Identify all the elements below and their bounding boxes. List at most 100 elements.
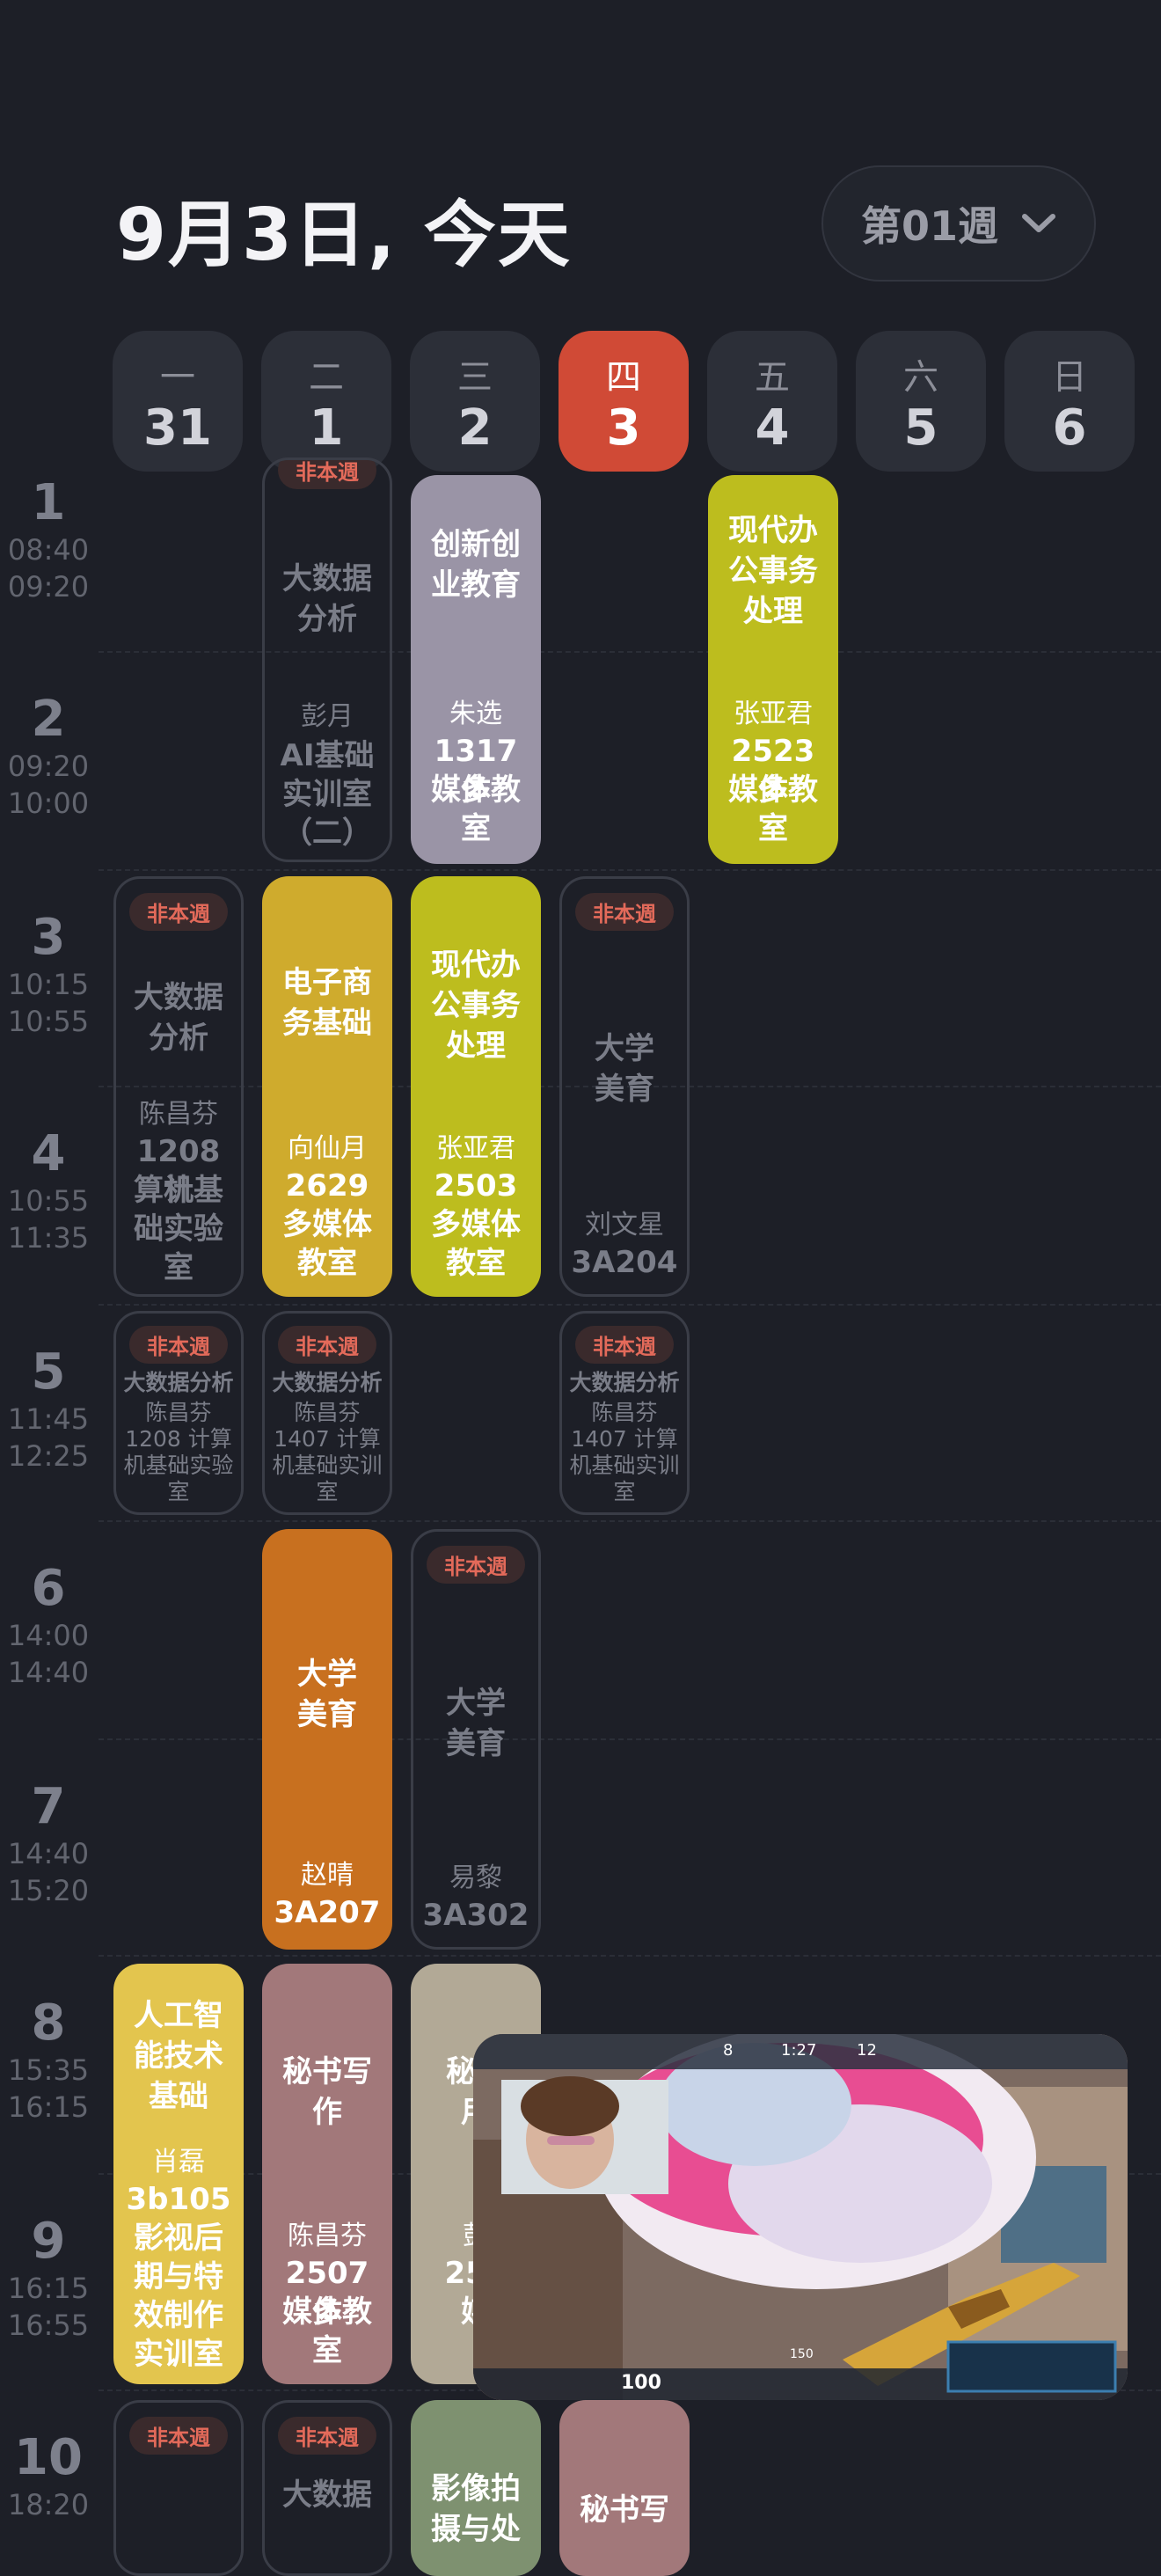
course-room: 室: [316, 1479, 339, 1504]
course-teacher: 张亚君: [436, 1133, 515, 1164]
course-card-tue-67[interactable]: 大学 美育 赵晴 3A207: [262, 1529, 392, 1950]
date-label: 6: [1052, 399, 1087, 457]
course-name: 大数据分析: [272, 1370, 383, 1395]
pip-score-left: 8: [723, 2041, 734, 2060]
course-name: 美育: [595, 1072, 654, 1107]
day-wed[interactable]: 三2: [410, 331, 540, 472]
course-teacher: 彭月: [301, 701, 354, 732]
course-card-wed-12[interactable]: 创新创 业教育 朱选 1317 多 媒体教 室: [411, 475, 541, 864]
course-card-wed-34[interactable]: 现代办 公事务 处理 张亚君 2503 多媒体 教室: [411, 876, 541, 1297]
course-name: 处理: [743, 594, 803, 629]
course-name: 作: [312, 2095, 342, 2130]
course-room: 2629: [285, 1168, 369, 1204]
course-name: 大数据分析: [569, 1370, 680, 1395]
course-room: 机基础实训: [569, 1453, 680, 1478]
course-card-tue-89[interactable]: 秘书写 作 陈昌芬 2507 多 媒体教 室: [262, 1964, 392, 2384]
course-teacher: 肖磊: [152, 2147, 205, 2177]
course-room: 3A302: [422, 1898, 529, 1933]
course-card-tue-34[interactable]: 电子商 务基础 向仙月 2629 多媒体 教室: [262, 876, 392, 1297]
course-card-wed-10[interactable]: 影像拍 摄与处: [411, 2400, 541, 2576]
course-room: 实训室: [134, 2337, 223, 2372]
course-name: 基础: [149, 2079, 208, 2114]
course-teacher: 陈昌芬: [145, 1400, 212, 1425]
period-1: 1 08:40 09:20: [7, 474, 90, 604]
day-mon[interactable]: 一 31: [113, 331, 243, 472]
course-room: 教室: [297, 1246, 357, 1281]
course-room: 多媒体: [431, 1207, 521, 1242]
course-card-fri-12[interactable]: 现代办 公事务 处理 张亚君 2523 多 媒体教 室: [708, 475, 838, 864]
course-card-thu-34[interactable]: 非本週 大学 美育 刘文星 3A204: [559, 876, 690, 1297]
grid-line: [99, 1304, 1161, 1306]
course-name: 公事务: [728, 553, 818, 589]
date-label: 5: [903, 399, 938, 457]
course-room: 1407 计算: [274, 1426, 381, 1452]
course-room: 3A204: [571, 1245, 678, 1280]
course-room: 机基础实训: [272, 1453, 383, 1478]
day-sat[interactable]: 六5: [856, 331, 986, 472]
course-card-mon-5[interactable]: 非本週 大数据分析 陈昌芬 1208 计算 机基础实验 室: [113, 1311, 244, 1515]
course-card-tue-5[interactable]: 非本週 大数据分析 陈昌芬 1407 计算 机基础实训 室: [262, 1311, 392, 1515]
course-name: 美育: [446, 1726, 506, 1761]
course-teacher: 陈昌芬: [591, 1400, 658, 1425]
course-name: 大学: [446, 1686, 506, 1721]
course-name: 大数据分析: [123, 1370, 234, 1395]
course-card-mon-10[interactable]: 非本週: [113, 2400, 244, 2576]
weekday-label: 四: [606, 357, 641, 398]
course-card-tue-10[interactable]: 非本週 大数据: [262, 2400, 392, 2576]
day-tue[interactable]: 二1: [261, 331, 391, 472]
period-5: 5 11:45 12:25: [7, 1343, 90, 1474]
course-room: AI基础: [280, 738, 375, 773]
course-card-mon-34[interactable]: 非本週 大数据 分析 陈昌芬 1208 计 算机基 础实验 室: [113, 876, 244, 1297]
course-room: 多媒体: [282, 1207, 372, 1242]
period-9: 9 16:15 16:55: [7, 2213, 90, 2343]
pip-health: 100: [621, 2372, 661, 2394]
weekday-label: 二: [309, 357, 344, 398]
weekday-label: 三: [457, 357, 493, 398]
course-teacher: 向仙月: [288, 1133, 367, 1164]
course-card-thu-10[interactable]: 秘书写: [559, 2400, 690, 2576]
course-teacher: 刘文星: [585, 1210, 664, 1240]
course-name: 现代办: [728, 513, 818, 548]
weekday-label: 一: [160, 357, 195, 398]
course-card-mon-89[interactable]: 人工智 能技术 基础 肖磊 3b105 影视后 期与特 效制作 实训室: [113, 1964, 244, 2384]
course-room: 室: [758, 811, 788, 846]
course-teacher: 陈昌芬: [139, 1099, 218, 1130]
grid-line: [99, 1955, 1161, 1957]
game-scene-image: [473, 2034, 1128, 2400]
weekday-label: 日: [1052, 357, 1087, 398]
day-sun[interactable]: 日6: [1004, 331, 1135, 472]
course-card-wed-67[interactable]: 非本週 大学 美育 易黎 3A302: [411, 1529, 541, 1950]
course-card-thu-5[interactable]: 非本週 大数据分析 陈昌芬 1407 计算 机基础实训 室: [559, 1311, 690, 1515]
course-room: 期与特: [134, 2259, 223, 2294]
non-week-badge: 非本週: [575, 893, 674, 931]
course-name: 处理: [446, 1028, 506, 1064]
course-room: 媒体教: [728, 772, 818, 808]
course-room: 室: [461, 811, 491, 846]
course-room: 机基础实验: [123, 1453, 234, 1478]
course-teacher: 张亚君: [734, 699, 813, 729]
course-room: 算机基: [134, 1173, 223, 1208]
grid-line: [99, 869, 1161, 871]
course-name: 现代办: [431, 948, 521, 983]
period-3: 3 10:15 10:55: [7, 909, 90, 1039]
day-thu-today[interactable]: 四3: [559, 331, 689, 472]
course-room: 2503: [434, 1168, 518, 1204]
course-room: 效制作: [134, 2298, 223, 2333]
course-name: 公事务: [431, 988, 521, 1023]
pip-video-overlay[interactable]: 8 1:27 12 150 100: [473, 2034, 1128, 2400]
non-week-badge: 非本週: [278, 460, 376, 489]
course-card-tue-12[interactable]: 非本週 大数据 分析 彭月 AI基础 实训室 （二）: [262, 457, 392, 862]
week-selector[interactable]: 第01週: [821, 165, 1096, 282]
pip-ammo: 150: [790, 2347, 814, 2361]
date-label: 31: [143, 399, 212, 457]
course-name: 美育: [297, 1697, 357, 1732]
period-10: 10 18:20: [7, 2429, 90, 2522]
course-room: 室: [164, 1250, 194, 1285]
course-name: 大学: [595, 1031, 654, 1066]
pip-score-right: 12: [857, 2041, 877, 2060]
day-fri[interactable]: 五4: [707, 331, 837, 472]
course-room: 教室: [446, 1246, 506, 1281]
period-7: 7 14:40 15:20: [7, 1778, 90, 1908]
course-room: 影视后: [134, 2221, 223, 2256]
course-room: 3b105: [126, 2182, 231, 2217]
